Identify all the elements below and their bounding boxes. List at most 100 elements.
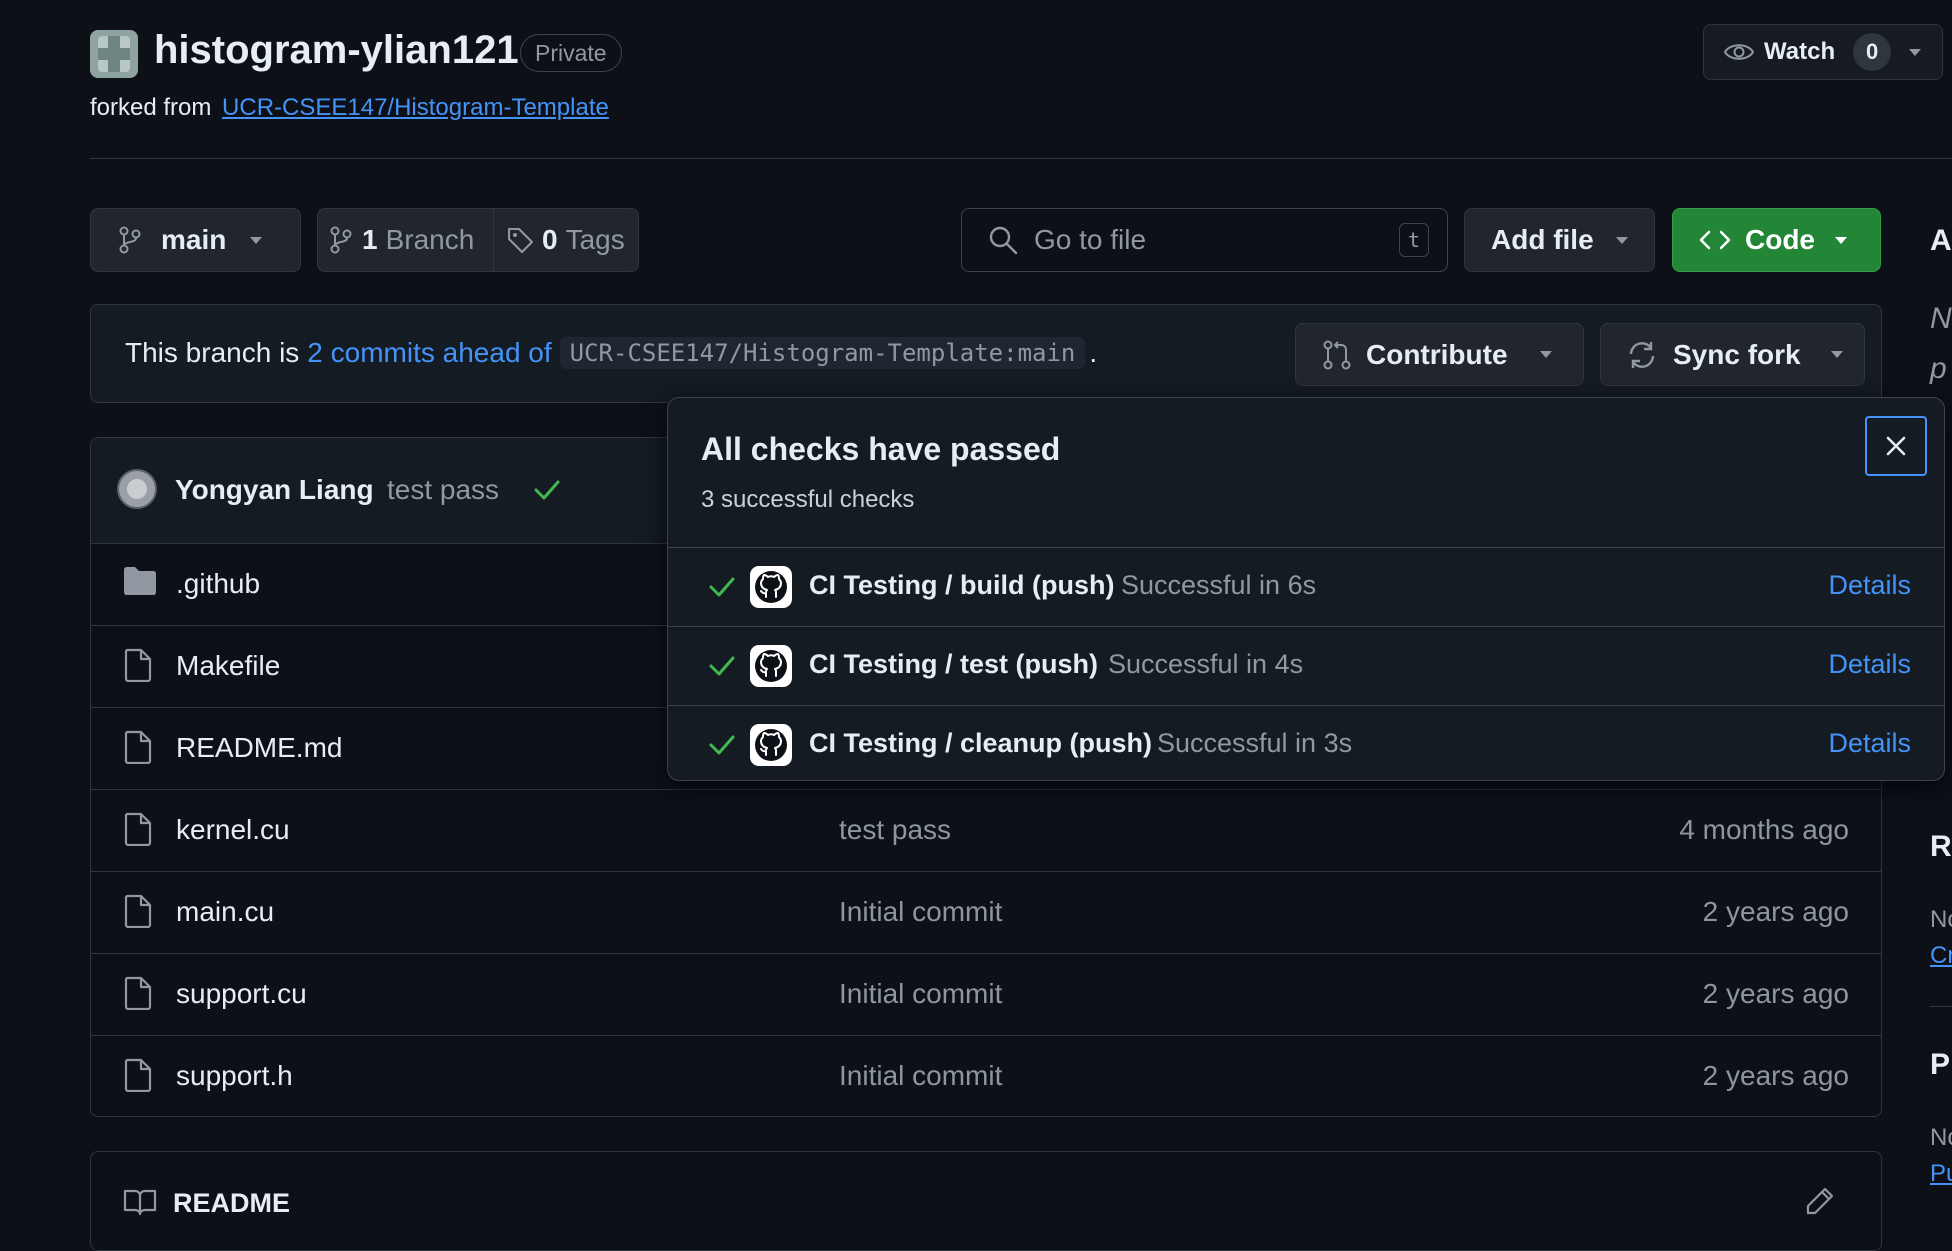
forked-from-link[interactable]: UCR-CSEE147/Histogram-Template <box>222 94 609 121</box>
add-file-button[interactable]: Add file <box>1464 208 1655 272</box>
code-button[interactable]: Code <box>1672 208 1881 272</box>
tags-link[interactable]: 0 Tags <box>494 209 638 271</box>
commit-author[interactable]: Yongyan Liang <box>175 474 374 506</box>
file-commit-date: 2 years ago <box>1702 978 1849 1009</box>
check-details-link[interactable]: Details <box>1828 570 1911 601</box>
branch-status-text: This branch is 2 commits ahead of UCR-CS… <box>125 337 1097 369</box>
check-status: Successful in 6s <box>1121 570 1317 600</box>
check-name: CI Testing / build (push) <box>809 570 1115 600</box>
chevron-down-icon <box>250 236 263 244</box>
file-row[interactable]: main.cu Initial commit 2 years ago <box>91 871 1881 953</box>
pencil-icon[interactable] <box>1805 1186 1835 1216</box>
check-status: Successful in 4s <box>1108 649 1304 679</box>
file-row[interactable]: kernel.cu test pass 4 months ago <box>91 789 1881 871</box>
branch-select[interactable]: main <box>90 208 301 272</box>
code-label: Code <box>1745 224 1815 255</box>
sidebar-link[interactable]: Pu <box>1930 1160 1952 1188</box>
readme-label[interactable]: README <box>173 1188 290 1219</box>
author-avatar[interactable] <box>117 469 157 509</box>
file-icon <box>123 1058 153 1092</box>
forked-from-label: forked from <box>90 94 212 121</box>
check-status: Successful in 3s <box>1157 728 1353 758</box>
file-commit-message[interactable]: Initial commit <box>839 1060 1002 1092</box>
contribute-button[interactable]: Contribute <box>1295 323 1584 386</box>
file-name[interactable]: main.cu <box>176 896 274 928</box>
sidebar-fragment: p <box>1930 352 1947 385</box>
file-name[interactable]: Makefile <box>176 650 280 682</box>
check-icon <box>708 654 736 678</box>
upstream-ref: UCR-CSEE147/Histogram-Template:main <box>559 337 1086 369</box>
commit-message[interactable]: test pass <box>387 474 499 506</box>
sync-fork-button[interactable]: Sync fork <box>1600 323 1865 386</box>
add-file-label: Add file <box>1491 224 1594 255</box>
check-run-row[interactable]: CI Testing / test (push) Successful in 4… <box>668 626 1944 705</box>
forked-from: forked from UCR-CSEE147/Histogram-Templa… <box>90 94 609 122</box>
folder-icon <box>123 566 157 596</box>
popover-title: All checks have passed <box>701 431 1061 467</box>
file-commit-date: 4 months ago <box>1679 814 1849 845</box>
chevron-down-icon <box>1835 236 1847 244</box>
repo-avatar <box>90 30 138 78</box>
repo-name[interactable]: histogram-ylian121 <box>154 28 519 73</box>
file-name[interactable]: support.cu <box>176 978 307 1010</box>
check-details-link[interactable]: Details <box>1828 728 1911 759</box>
readme-box: README <box>90 1151 1882 1251</box>
branch-tag-group: 1 Branch 0 Tags <box>317 208 639 272</box>
watch-label: Watch <box>1764 38 1836 65</box>
git-branch-icon <box>330 226 352 254</box>
file-commit-message[interactable]: Initial commit <box>839 896 1002 928</box>
popover-subtitle: 3 successful checks <box>701 486 915 513</box>
branch-name: main <box>161 224 227 255</box>
sidebar-fragment: R <box>1930 830 1952 863</box>
file-commit-date: 2 years ago <box>1702 896 1849 927</box>
watch-button[interactable]: Watch 0 <box>1703 24 1943 80</box>
sync-icon <box>1627 340 1657 370</box>
check-name: CI Testing / test (push) <box>809 649 1098 679</box>
file-commit-message[interactable]: test pass <box>839 814 951 846</box>
check-icon <box>708 733 736 757</box>
tags-count: 0 <box>542 224 558 255</box>
check-icon <box>708 575 736 599</box>
shortcut-key: t <box>1399 223 1429 257</box>
file-row[interactable]: support.h Initial commit 2 years ago <box>91 1035 1881 1116</box>
branches-count: 1 <box>362 224 378 255</box>
branches-link[interactable]: 1 Branch <box>318 209 494 271</box>
check-run-row[interactable]: CI Testing / cleanup (push) Successful i… <box>668 705 1944 780</box>
go-to-file-input[interactable]: Go to file t <box>961 208 1448 272</box>
sidebar-fragment: Nc <box>1930 906 1952 933</box>
file-name[interactable]: support.h <box>176 1060 293 1092</box>
checks-popover: All checks have passed 3 successful chec… <box>667 397 1945 781</box>
github-icon <box>750 645 792 687</box>
file-name[interactable]: .github <box>176 568 260 600</box>
search-placeholder: Go to file <box>1034 224 1147 255</box>
sidebar-link[interactable]: Cr <box>1930 942 1952 970</box>
file-commit-message[interactable]: Initial commit <box>839 978 1002 1010</box>
file-name[interactable]: kernel.cu <box>176 814 290 846</box>
sidebar-fragment: P <box>1930 1048 1951 1081</box>
file-name[interactable]: README.md <box>176 732 342 764</box>
pull-request-icon <box>1322 340 1352 370</box>
branch-status-box: This branch is 2 commits ahead of UCR-CS… <box>90 304 1882 403</box>
chevron-down-icon <box>1615 236 1628 244</box>
chevron-down-icon <box>1539 351 1552 358</box>
chevron-down-icon <box>1830 351 1843 358</box>
check-icon[interactable] <box>533 478 561 502</box>
tags-label: Tags <box>565 224 625 255</box>
code-icon <box>1699 229 1731 251</box>
file-commit-date: 2 years ago <box>1702 1060 1849 1091</box>
visibility-badge: Private <box>520 34 622 72</box>
branch-status-suffix: . <box>1089 337 1098 368</box>
check-run-row[interactable]: CI Testing / build (push) Successful in … <box>668 547 1944 626</box>
sidebar-fragment: A <box>1930 224 1952 257</box>
file-row[interactable]: support.cu Initial commit 2 years ago <box>91 953 1881 1035</box>
check-name: CI Testing / cleanup (push) <box>809 728 1153 758</box>
check-details-link[interactable]: Details <box>1828 649 1911 680</box>
search-icon <box>988 225 1018 255</box>
chevron-down-icon <box>1909 48 1922 56</box>
file-icon <box>123 648 153 682</box>
close-button[interactable] <box>1865 416 1927 476</box>
file-icon <box>123 976 153 1010</box>
commits-ahead-link[interactable]: 2 commits ahead of <box>307 337 551 369</box>
eye-icon <box>1724 42 1754 62</box>
file-icon <box>123 730 153 764</box>
